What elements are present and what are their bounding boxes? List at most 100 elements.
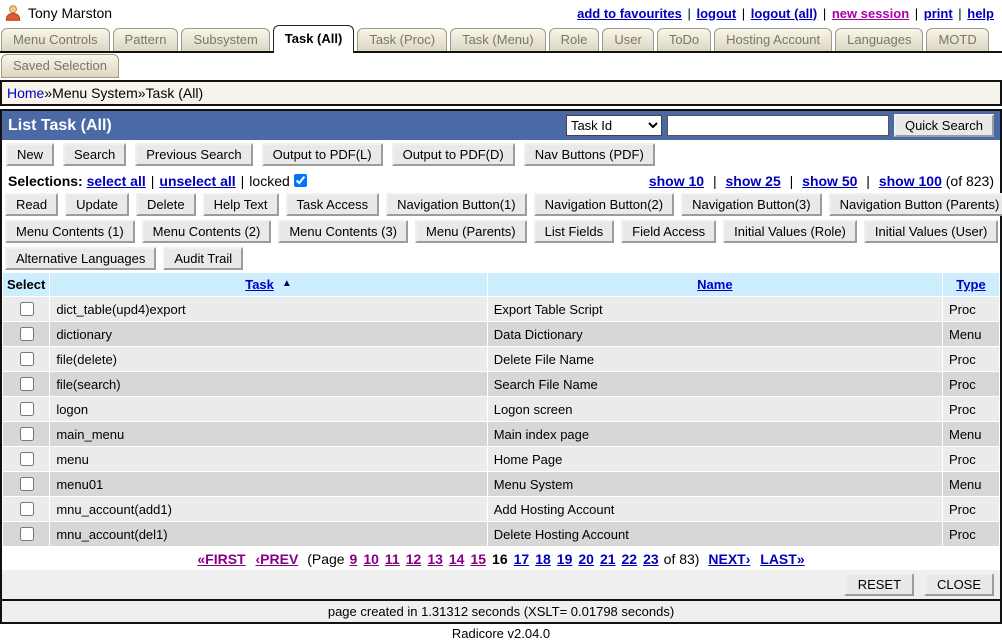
row-select-checkbox[interactable]: [20, 527, 34, 541]
sort-asc-icon: ▲: [282, 278, 292, 289]
breadcrumb-home[interactable]: Home: [7, 85, 44, 101]
help-text-button[interactable]: Help Text: [203, 193, 279, 216]
read-button[interactable]: Read: [5, 193, 58, 216]
tab-task-proc[interactable]: Task (Proc): [357, 28, 447, 51]
row-select-checkbox[interactable]: [20, 402, 34, 416]
tab-menu-controls[interactable]: Menu Controls: [1, 28, 110, 51]
nav-buttons-pdf-button[interactable]: Nav Buttons (PDF): [524, 143, 655, 166]
row-select-checkbox[interactable]: [20, 377, 34, 391]
link-add-to-favourites[interactable]: add to favourites: [577, 6, 682, 21]
task-cell: dictionary: [50, 322, 486, 346]
unselect-all-link[interactable]: unselect all: [159, 173, 235, 189]
show-25-link[interactable]: show 25: [725, 173, 780, 189]
output-pdf-l-button[interactable]: Output to PDF(L): [262, 143, 383, 166]
tab-task-menu[interactable]: Task (Menu): [450, 28, 546, 51]
task-cell: dict_table(upd4)export: [50, 297, 486, 321]
page-link-9[interactable]: 9: [350, 551, 358, 567]
link-new-session[interactable]: new session: [832, 6, 909, 21]
first-page-link[interactable]: «FIRST: [197, 551, 245, 567]
page-link-13[interactable]: 13: [427, 551, 443, 567]
row-select-checkbox[interactable]: [20, 452, 34, 466]
link-print[interactable]: print: [924, 6, 953, 21]
page-link-12[interactable]: 12: [406, 551, 422, 567]
page-link-19[interactable]: 19: [557, 551, 573, 567]
row-select-checkbox[interactable]: [20, 352, 34, 366]
menu-parents-button[interactable]: Menu (Parents): [415, 220, 527, 243]
update-button[interactable]: Update: [65, 193, 129, 216]
tab-saved-selection[interactable]: Saved Selection: [1, 54, 119, 78]
tab-role[interactable]: Role: [549, 28, 600, 51]
link-logout-all[interactable]: logout (all): [751, 6, 817, 21]
type-cell: Proc: [943, 397, 999, 421]
task-access-button[interactable]: Task Access: [286, 193, 380, 216]
table-row: main_menu Main index page Menu: [3, 422, 999, 446]
page-link-11[interactable]: 11: [385, 551, 400, 567]
audit-trail-button[interactable]: Audit Trail: [163, 247, 243, 270]
navigation-button-2-button[interactable]: Navigation Button(2): [534, 193, 675, 216]
name-cell: Data Dictionary: [488, 322, 942, 346]
tab-task-all[interactable]: Task (All): [273, 25, 355, 53]
initial-values-user-button[interactable]: Initial Values (User): [864, 220, 998, 243]
page-link-10[interactable]: 10: [363, 551, 379, 567]
task-cell: menu: [50, 447, 486, 471]
type-cell: Menu: [943, 322, 999, 346]
main-panel: List Task (All) Task Id Quick Search New…: [0, 109, 1002, 624]
tab-todo[interactable]: ToDo: [657, 28, 711, 51]
tab-subsystem[interactable]: Subsystem: [181, 28, 269, 51]
output-pdf-d-button[interactable]: Output to PDF(D): [392, 143, 515, 166]
row-select-checkbox[interactable]: [20, 427, 34, 441]
menu-contents-2-button[interactable]: Menu Contents (2): [142, 220, 272, 243]
page-link-22[interactable]: 22: [622, 551, 638, 567]
page-link-20[interactable]: 20: [578, 551, 594, 567]
prev-page-link[interactable]: ‹PREV: [256, 551, 299, 567]
type-sort-link[interactable]: Type: [956, 277, 985, 292]
show-10-link[interactable]: show 10: [649, 173, 704, 189]
page-link-23[interactable]: 23: [643, 551, 659, 567]
quick-search-button[interactable]: Quick Search: [894, 114, 994, 137]
page-link-18[interactable]: 18: [535, 551, 551, 567]
navigation-button-3-button[interactable]: Navigation Button(3): [681, 193, 822, 216]
previous-search-button[interactable]: Previous Search: [135, 143, 252, 166]
task-cell: file(delete): [50, 347, 486, 371]
tab-motd[interactable]: MOTD: [926, 28, 988, 51]
pagination-prefix: (Page: [307, 551, 344, 567]
delete-button[interactable]: Delete: [136, 193, 196, 216]
last-page-link[interactable]: LAST»: [760, 551, 804, 567]
page-link-15[interactable]: 15: [470, 551, 486, 567]
search-button[interactable]: Search: [63, 143, 126, 166]
navigation-button-parents-button[interactable]: Navigation Button (Parents): [829, 193, 1002, 216]
row-select-checkbox[interactable]: [20, 477, 34, 491]
link-logout[interactable]: logout: [696, 6, 736, 21]
row-select-checkbox[interactable]: [20, 302, 34, 316]
name-sort-link[interactable]: Name: [697, 277, 732, 292]
task-sort-link[interactable]: Task: [245, 277, 274, 292]
table-row: mnu_account(add1) Add Hosting Account Pr…: [3, 497, 999, 521]
show-100-link[interactable]: show 100: [879, 173, 942, 189]
next-page-link[interactable]: NEXT›: [708, 551, 750, 567]
row-select-checkbox[interactable]: [20, 327, 34, 341]
menu-contents-3-button[interactable]: Menu Contents (3): [278, 220, 408, 243]
person-icon: [4, 4, 22, 22]
alternative-languages-button[interactable]: Alternative Languages: [5, 247, 156, 270]
page-link-14[interactable]: 14: [449, 551, 465, 567]
quick-search-field-select[interactable]: Task Id: [566, 115, 662, 136]
show-50-link[interactable]: show 50: [802, 173, 857, 189]
initial-values-role-button[interactable]: Initial Values (Role): [723, 220, 857, 243]
tab-user[interactable]: User: [602, 28, 653, 51]
navigation-button-1-button[interactable]: Navigation Button(1): [386, 193, 527, 216]
new-button[interactable]: New: [6, 143, 54, 166]
table-row: logon Logon screen Proc: [3, 397, 999, 421]
menu-contents-1-button[interactable]: Menu Contents (1): [5, 220, 135, 243]
select-all-link[interactable]: select all: [87, 173, 146, 189]
link-help[interactable]: help: [967, 6, 994, 21]
page-link-17[interactable]: 17: [514, 551, 530, 567]
list-fields-button[interactable]: List Fields: [534, 220, 615, 243]
tab-pattern[interactable]: Pattern: [113, 28, 179, 51]
field-access-button[interactable]: Field Access: [621, 220, 716, 243]
locked-checkbox[interactable]: [294, 174, 307, 187]
tab-languages[interactable]: Languages: [835, 28, 923, 51]
quick-search-input[interactable]: [667, 115, 889, 136]
row-select-checkbox[interactable]: [20, 502, 34, 516]
tab-hosting-account[interactable]: Hosting Account: [714, 28, 832, 51]
page-link-21[interactable]: 21: [600, 551, 616, 567]
